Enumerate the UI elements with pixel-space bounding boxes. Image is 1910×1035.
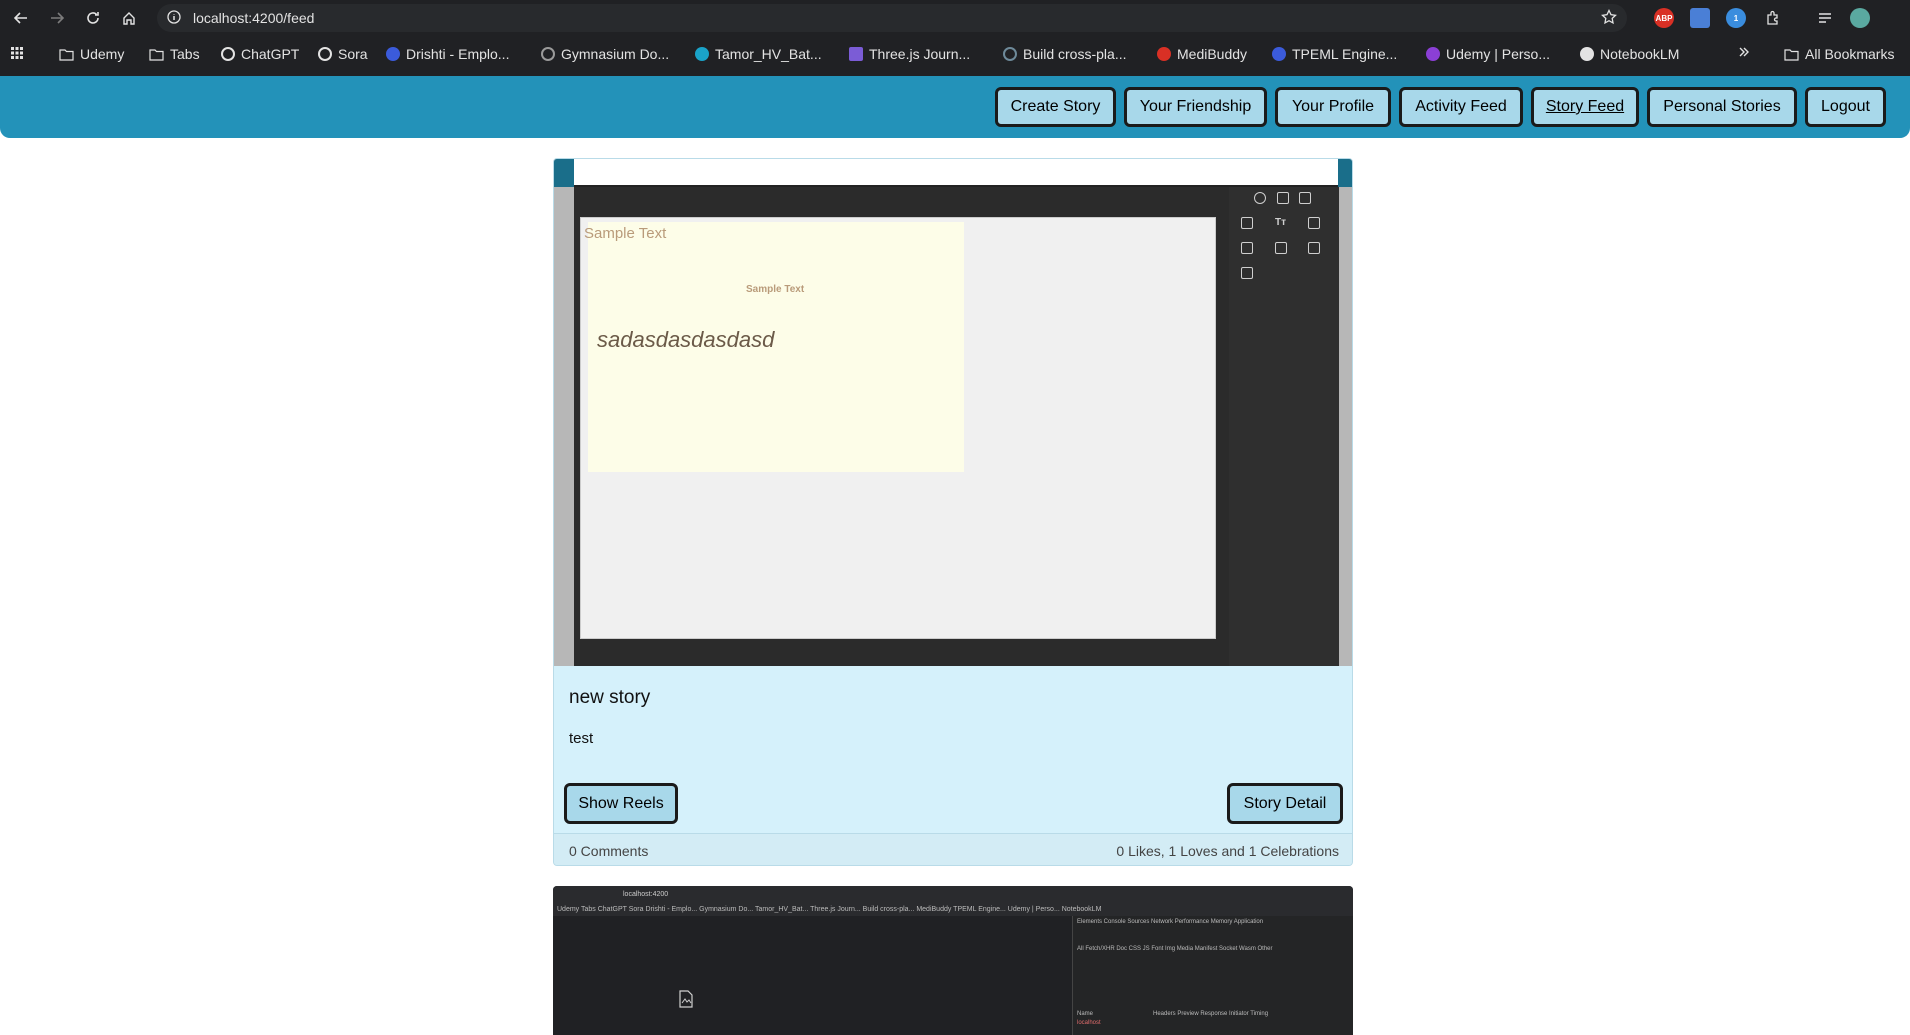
sample-text-top: Sample Text [584,225,667,242]
home-icon[interactable] [118,7,140,29]
story-footer: 0 Comments 0 Likes, 1 Loves and 1 Celebr… [554,833,1352,865]
editor-toolbar: Tт [1229,187,1339,666]
sample-text-small: Sample Text [746,284,805,295]
folder-icon [149,48,164,61]
bookmark-tabs[interactable]: Tabs [149,46,200,62]
file-icon [679,990,693,1013]
story-card-2-image: localhost:4200 Udemy Tabs ChatGPT Sora D… [553,886,1353,1035]
medibuddy-icon [1157,47,1171,61]
app-navbar: Create Story Your Friendship Your Profil… [0,76,1910,138]
gymnasium-icon [541,47,555,61]
build-icon [1003,47,1017,61]
adblock-icon[interactable]: ABP [1654,8,1674,28]
show-reels-button[interactable]: Show Reels [564,783,678,824]
folder-icon [59,48,74,61]
nav-logout[interactable]: Logout [1805,87,1886,127]
save-icon [1241,267,1253,279]
extension-badge-icon[interactable]: 1 [1726,8,1746,28]
comments-count[interactable]: 0 Comments [569,843,648,859]
bookmark-tamor[interactable]: Tamor_HV_Bat... [695,46,822,62]
bookmark-udemy-personal[interactable]: Udemy | Perso... [1426,46,1550,62]
bookmark-medibuddy[interactable]: MediBuddy [1157,46,1247,62]
bookmark-drishti[interactable]: Drishti - Emplo... [386,46,509,62]
translate-icon[interactable] [1690,8,1710,28]
story-detail-button[interactable]: Story Detail [1227,783,1343,824]
story-body: new story test Show Reels Story Detail 0… [554,666,1352,865]
extensions-puzzle-icon[interactable] [1762,7,1784,29]
nav-your-profile[interactable]: Your Profile [1275,87,1391,127]
embedded-browser-chrome: localhost:4200 Udemy Tabs ChatGPT Sora D… [553,886,1353,916]
bookmark-build[interactable]: Build cross-pla... [1003,46,1126,62]
tpeml-icon [1272,47,1286,61]
text-icon: Tт [1275,217,1287,228]
nav-your-friendship[interactable]: Your Friendship [1124,87,1267,127]
folder-icon [1784,48,1799,61]
address-bar[interactable]: localhost:4200/feed [157,4,1627,32]
bookmark-star-icon[interactable] [1601,8,1617,30]
browser-chrome: localhost:4200/feed ABP 1 Udemy Tabs Cha… [0,0,1910,76]
nav-create-story[interactable]: Create Story [995,87,1116,127]
story-image: Sample Text Sample Text sadasdasdasdasd … [554,159,1352,666]
browser-toolbar: localhost:4200/feed ABP 1 [0,0,1910,36]
chatgpt-icon [221,47,235,61]
reset-icon [1254,192,1266,204]
bookmark-gymnasium[interactable]: Gymnasium Do... [541,46,669,62]
apps-grid-icon[interactable] [10,46,24,60]
tamor-icon [695,47,709,61]
sample-text-main: sadasdasdasdasd [597,327,775,352]
embedded-devtools: Elements Console Sources Network Perform… [1072,916,1353,1035]
udemy-icon [1426,47,1440,61]
image-icon [1308,217,1320,229]
sora-icon [318,47,332,61]
flip-icon [1275,242,1287,254]
duplicate-icon [1241,242,1253,254]
reactions-summary: 0 Likes, 1 Loves and 1 Celebrations [1116,843,1339,859]
nav-personal-stories[interactable]: Personal Stories [1647,87,1797,127]
bookmark-sora[interactable]: Sora [318,46,368,62]
bookmark-threejs[interactable]: Three.js Journ... [849,46,970,62]
more-bookmarks-icon[interactable] [1738,46,1750,58]
all-bookmarks[interactable]: All Bookmarks [1784,46,1894,62]
threejs-icon [849,47,863,61]
reading-list-icon[interactable] [1814,7,1836,29]
nav-story-feed[interactable]: Story Feed [1531,87,1639,127]
copy-icon [1299,192,1311,204]
story-card: Sample Text Sample Text sadasdasdasdasd … [553,158,1353,866]
bookmark-udemy[interactable]: Udemy [59,46,124,62]
back-icon[interactable] [10,7,32,29]
crop-icon [1241,217,1253,229]
bookmarks-bar: Udemy Tabs ChatGPT Sora Drishti - Emplo.… [0,40,1910,70]
url-text: localhost:4200/feed [193,10,315,26]
paint-icon [1308,242,1320,254]
reload-icon[interactable] [82,7,104,29]
profile-avatar-icon[interactable] [1850,8,1870,28]
story-description: test [569,730,594,747]
bookmark-chatgpt[interactable]: ChatGPT [221,46,299,62]
forward-icon[interactable] [46,7,68,29]
drishti-icon [386,47,400,61]
layer-icon [1277,192,1289,204]
bookmark-tpeml[interactable]: TPEML Engine... [1272,46,1397,62]
notebooklm-icon [1580,47,1594,61]
site-info-icon[interactable] [167,10,181,29]
bookmark-notebooklm[interactable]: NotebookLM [1580,46,1679,62]
story-title: new story [569,687,651,708]
nav-activity-feed[interactable]: Activity Feed [1399,87,1523,127]
